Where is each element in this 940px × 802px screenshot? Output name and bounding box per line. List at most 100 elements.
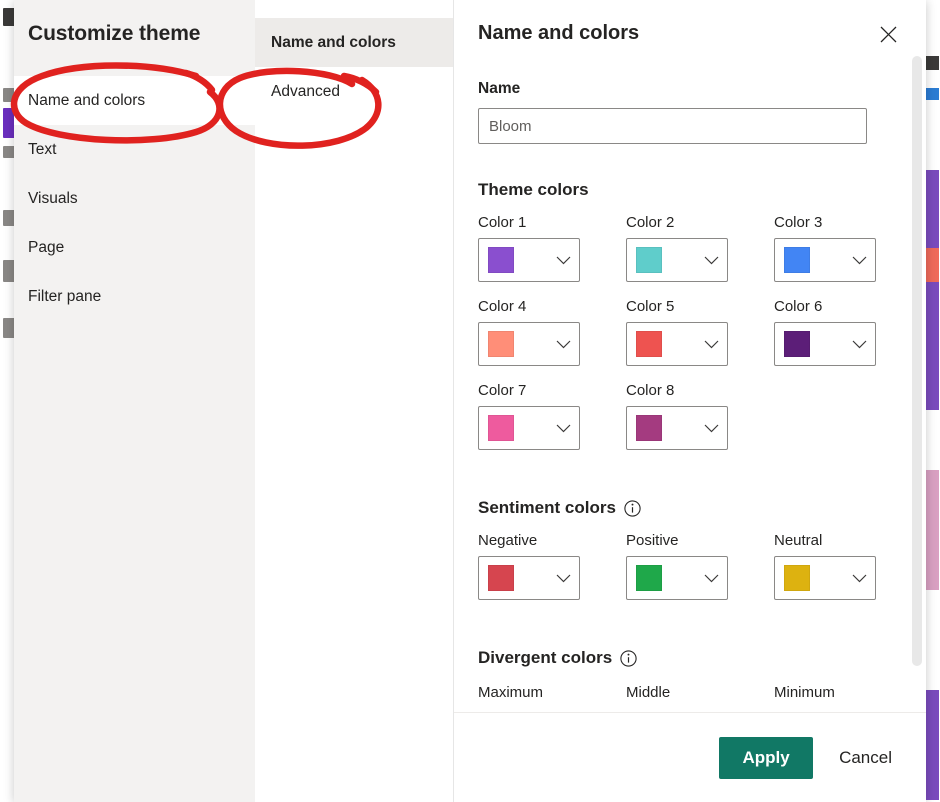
background-block-4 (924, 248, 939, 282)
nav-item-name-and-colors[interactable]: Name and colors (14, 76, 255, 125)
background-block-1 (924, 56, 939, 70)
nav-item-label: Text (28, 140, 57, 158)
swatch-label: Color 3 (774, 214, 823, 231)
swatch-cell-color-6: Color 6 (774, 298, 922, 378)
swatch-label: Color 8 (626, 382, 675, 399)
sentiment-colors-grid: Negative Positive Neutral (478, 532, 896, 612)
nav-item-text[interactable]: Text (14, 125, 255, 174)
close-icon[interactable] (872, 18, 904, 50)
swatch-label: Neutral (774, 532, 823, 549)
swatch-cell-color-7: Color 7 (478, 382, 626, 462)
color-swatch (636, 415, 662, 441)
dialog-footer: Apply Cancel (454, 712, 926, 802)
swatch-label: Maximum (478, 684, 544, 698)
nav-item-label: Name and colors (28, 91, 146, 109)
color-picker-color-4[interactable] (478, 322, 580, 366)
dialog-tabs-column: Name and colors Advanced (255, 0, 454, 802)
color-picker-color-7[interactable] (478, 406, 580, 450)
swatch-label: Positive (626, 532, 679, 549)
background-block-2 (924, 88, 939, 100)
chevron-down-icon (852, 256, 867, 265)
divergent-colors-header: Divergent colors (478, 648, 896, 668)
dialog-content-pane: Name and colors Name Theme colors Color … (454, 0, 926, 802)
swatch-cell-color-2: Color 2 (626, 214, 774, 294)
swatch-label: Negative (478, 532, 538, 549)
background-block-5 (924, 470, 939, 590)
chevron-down-icon (704, 340, 719, 349)
nav-list: Name and colors Text Visuals Page Filter… (14, 76, 255, 321)
swatch-cell-color-3: Color 3 (774, 214, 922, 294)
divergent-colors-title: Divergent colors (478, 648, 613, 667)
chevron-down-icon (704, 574, 719, 583)
swatch-cell-neutral: Neutral (774, 532, 922, 612)
sentiment-colors-title: Sentiment colors (478, 498, 616, 517)
color-swatch (636, 331, 662, 357)
nav-item-label: Visuals (28, 189, 78, 207)
color-swatch (636, 247, 662, 273)
color-picker-color-3[interactable] (774, 238, 876, 282)
divergent-colors-labels-clipped: Maximum Middle Minimum (478, 684, 896, 698)
nav-item-label: Filter pane (28, 287, 102, 305)
chevron-down-icon (852, 340, 867, 349)
color-swatch (784, 247, 810, 273)
color-picker-negative[interactable] (478, 556, 580, 600)
color-swatch (488, 565, 514, 591)
chevron-down-icon (556, 340, 571, 349)
color-picker-positive[interactable] (626, 556, 728, 600)
swatch-cell-color-5: Color 5 (626, 298, 774, 378)
theme-colors-grid: Color 1 Color 2 Color 3 Color 4 Color 5 … (478, 214, 896, 462)
cancel-button[interactable]: Cancel (835, 748, 896, 768)
nav-item-filter-pane[interactable]: Filter pane (14, 272, 255, 321)
nav-item-label: Page (28, 238, 65, 256)
tab-item-name-and-colors[interactable]: Name and colors (255, 18, 453, 67)
chevron-down-icon (704, 256, 719, 265)
swatch-cell-color-4: Color 4 (478, 298, 626, 378)
sentiment-colors-header: Sentiment colors (478, 498, 896, 518)
color-picker-color-6[interactable] (774, 322, 876, 366)
swatch-cell-negative: Negative (478, 532, 626, 612)
swatch-label: Color 1 (478, 214, 527, 231)
background-block-3 (924, 170, 939, 410)
nav-item-page[interactable]: Page (14, 223, 255, 272)
chevron-down-icon (556, 574, 571, 583)
swatch-label: Color 5 (626, 298, 675, 315)
chevron-down-icon (852, 574, 867, 583)
page-title: Name and colors (478, 22, 640, 44)
dialog-title: Customize theme (28, 22, 201, 45)
theme-colors-title: Theme colors (478, 180, 589, 199)
swatch-label: Color 6 (774, 298, 823, 315)
color-picker-color-8[interactable] (626, 406, 728, 450)
info-icon[interactable] (620, 649, 637, 667)
color-swatch (784, 565, 810, 591)
info-icon[interactable] (624, 499, 641, 517)
chevron-down-icon (556, 256, 571, 265)
color-swatch (488, 415, 514, 441)
swatch-label: Color 2 (626, 214, 675, 231)
swatch-label: Minimum (774, 684, 835, 698)
content-scroll-region: Name and colors Name Theme colors Color … (454, 0, 926, 712)
swatch-cell-positive: Positive (626, 532, 774, 612)
name-field-label: Name (478, 80, 521, 97)
color-picker-neutral[interactable] (774, 556, 876, 600)
color-picker-color-2[interactable] (626, 238, 728, 282)
content-scrollbar[interactable] (912, 56, 922, 666)
customize-theme-dialog: Customize theme Name and colors Text Vis… (14, 0, 926, 802)
tab-item-advanced[interactable]: Advanced (255, 67, 453, 116)
color-swatch (636, 565, 662, 591)
color-picker-color-5[interactable] (626, 322, 728, 366)
swatch-label: Color 7 (478, 382, 527, 399)
tab-item-label: Name and colors (271, 33, 396, 51)
background-block-6 (924, 690, 939, 800)
apply-button[interactable]: Apply (719, 736, 814, 779)
color-picker-color-1[interactable] (478, 238, 580, 282)
theme-name-input[interactable] (478, 108, 867, 144)
pane-header: Name and colors (478, 22, 896, 50)
color-swatch (488, 247, 514, 273)
swatch-label: Color 4 (478, 298, 527, 315)
chevron-down-icon (704, 424, 719, 433)
color-swatch (784, 331, 810, 357)
nav-item-visuals[interactable]: Visuals (14, 174, 255, 223)
dialog-left-nav: Customize theme Name and colors Text Vis… (14, 0, 255, 802)
chevron-down-icon (556, 424, 571, 433)
tab-item-label: Advanced (271, 82, 340, 100)
